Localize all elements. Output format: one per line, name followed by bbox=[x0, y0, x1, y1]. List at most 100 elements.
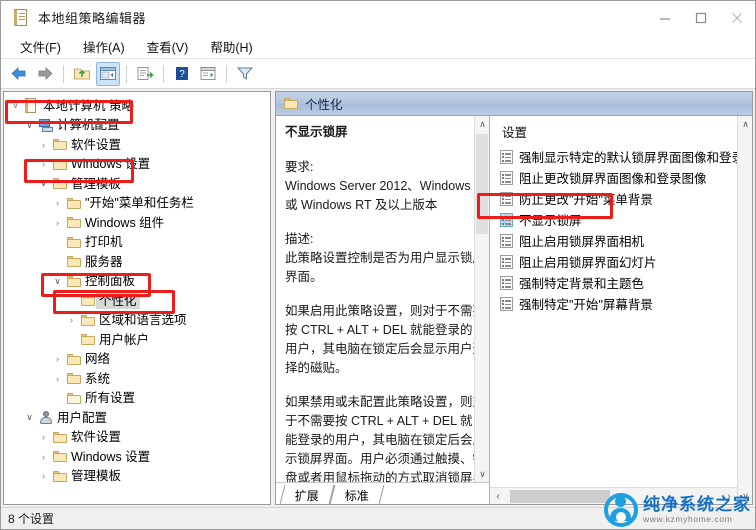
tree-node-16[interactable]: › 软件设置 bbox=[4, 428, 270, 448]
tree-node-10[interactable]: › 区域和语言选项 bbox=[4, 311, 270, 331]
tree-node-label: 用户配置 bbox=[57, 410, 108, 425]
toolbar-separator bbox=[226, 64, 227, 83]
menu-view[interactable]: 查看(V) bbox=[136, 34, 200, 59]
watermark-url: www.kzmyhome.com bbox=[643, 514, 733, 525]
setting-row[interactable]: 阻止启用锁屏界面幻灯片 bbox=[490, 251, 737, 272]
expander-icon[interactable]: › bbox=[50, 374, 65, 384]
tree-node-5[interactable]: › Windows 组件 bbox=[4, 213, 270, 233]
tree-node-label: 计算机配置 bbox=[57, 118, 120, 133]
tab-extended[interactable]: 扩展 bbox=[279, 485, 335, 504]
menu-file[interactable]: 文件(F) bbox=[9, 34, 72, 59]
policy-description: 描述: 此策略设置控制是否为用户显示锁屏界面。 bbox=[285, 230, 485, 287]
tree-node-8[interactable]: ∨ 控制面板 bbox=[4, 272, 270, 292]
folder-icon bbox=[65, 373, 82, 385]
tree-node-label: Windows 设置 bbox=[71, 157, 151, 172]
folder-icon bbox=[65, 217, 82, 229]
expander-icon[interactable]: › bbox=[50, 218, 65, 228]
back-icon[interactable] bbox=[7, 62, 31, 86]
tree-node-17[interactable]: › Windows 设置 bbox=[4, 447, 270, 467]
scroll-down-arrow-icon[interactable]: ∨ bbox=[475, 466, 489, 482]
expander-icon[interactable]: › bbox=[50, 354, 65, 364]
setting-row[interactable]: 阻止更改锁屏界面图像和登录图像 bbox=[490, 167, 737, 188]
setting-label: 防止更改"开始"菜单背景 bbox=[519, 193, 653, 207]
expander-icon[interactable]: › bbox=[50, 198, 65, 208]
setting-row[interactable]: 不显示锁屏 bbox=[490, 209, 737, 230]
tree-node-14[interactable]: 所有设置 bbox=[4, 389, 270, 409]
tree-node-2[interactable]: › Windows 设置 bbox=[4, 155, 270, 175]
tab-standard[interactable]: 标准 bbox=[329, 485, 385, 504]
settings-vertical-scrollbar[interactable]: ∧ ∨ bbox=[737, 116, 752, 504]
expander-icon[interactable]: › bbox=[36, 159, 51, 169]
setting-row[interactable]: 强制特定"开始"屏幕背景 bbox=[490, 293, 737, 314]
details-pane: 个性化 不显示锁屏 要求: Windows Server 2012、Window… bbox=[275, 91, 753, 505]
detail-scroll-thumb[interactable] bbox=[476, 134, 488, 234]
folder-icon bbox=[51, 158, 68, 170]
content-header-title: 个性化 bbox=[305, 98, 343, 112]
tree-node-15[interactable]: ∨ 用户配置 bbox=[4, 408, 270, 428]
description-paragraph-3: 如果禁用或未配置此策略设置，则对于不需要按 CTRL + ALT + DEL 就… bbox=[285, 395, 486, 482]
tree-node-label: "开始"菜单和任务栏 bbox=[85, 196, 194, 211]
menu-help[interactable]: 帮助(H) bbox=[199, 34, 263, 59]
help-icon[interactable]: ? bbox=[170, 62, 194, 86]
policy-requirement: 要求: Windows Server 2012、Windows 8 或 Wind… bbox=[285, 158, 485, 215]
up-folder-icon[interactable] bbox=[70, 62, 94, 86]
expander-icon[interactable]: ∨ bbox=[50, 276, 65, 287]
scroll-up-arrow-icon[interactable]: ∧ bbox=[475, 116, 489, 132]
tree-node-label: 软件设置 bbox=[71, 430, 122, 445]
console-tree-pane[interactable]: ∨ 本地计算机 策略 ∨ 计算机配置 › 软件设置 › Windows 设置 ∨ 管理模板 › "… bbox=[3, 91, 271, 505]
expander-icon[interactable]: › bbox=[36, 432, 51, 442]
scroll-up-arrow-icon[interactable]: ∧ bbox=[738, 116, 753, 132]
show-hide-tree-icon[interactable] bbox=[96, 61, 120, 86]
setting-row[interactable]: 强制特定背景和主题色 bbox=[490, 272, 737, 293]
setting-row[interactable]: 阻止启用锁屏界面相机 bbox=[490, 230, 737, 251]
maximize-button[interactable] bbox=[683, 1, 719, 34]
main-body: ∨ 本地计算机 策略 ∨ 计算机配置 › 软件设置 › Windows 设置 ∨ 管理模板 › "… bbox=[1, 89, 755, 507]
expander-icon[interactable]: ∨ bbox=[36, 178, 51, 189]
expander-icon[interactable]: ∨ bbox=[22, 120, 37, 131]
tree-node-label: 本地计算机 策略 bbox=[43, 98, 134, 113]
tree-node-4[interactable]: › "开始"菜单和任务栏 bbox=[4, 194, 270, 214]
tree-node-12[interactable]: › 网络 bbox=[4, 350, 270, 370]
expander-icon[interactable]: › bbox=[36, 471, 51, 481]
window-title: 本地组策略编辑器 bbox=[38, 11, 147, 26]
expander-icon[interactable]: ∨ bbox=[8, 100, 23, 111]
folder-icon bbox=[51, 178, 68, 190]
policy-icon bbox=[500, 191, 513, 206]
tree-node-7[interactable]: 服务器 bbox=[4, 252, 270, 272]
properties-icon[interactable] bbox=[196, 62, 220, 86]
folder-icon bbox=[51, 451, 68, 463]
expander-icon[interactable]: › bbox=[36, 140, 51, 150]
settings-column-header[interactable]: 设置 bbox=[490, 120, 737, 146]
tree-node-1[interactable]: › 软件设置 bbox=[4, 135, 270, 155]
tab-extended-label: 扩展 bbox=[294, 489, 319, 503]
expander-icon[interactable]: › bbox=[36, 452, 51, 462]
minimize-button[interactable] bbox=[647, 1, 683, 34]
expander-icon[interactable]: › bbox=[64, 315, 79, 325]
setting-row[interactable]: 防止更改"开始"菜单背景 bbox=[490, 188, 737, 209]
tree-node-18[interactable]: › 管理模板 bbox=[4, 467, 270, 487]
hscroll-thumb[interactable] bbox=[510, 489, 610, 503]
settings-list[interactable]: 设置 强制显示特定的默认锁屏界面图像和登录图像阻止更改锁屏界面图像和登录图像防止… bbox=[490, 116, 737, 487]
tree-node-13[interactable]: › 系统 bbox=[4, 369, 270, 389]
setting-row[interactable]: 强制显示特定的默认锁屏界面图像和登录图像 bbox=[490, 146, 737, 167]
folder-icon bbox=[79, 295, 96, 307]
policy-detail-text[interactable]: 不显示锁屏 要求: Windows Server 2012、Windows 8 … bbox=[276, 116, 489, 482]
tree-node-root[interactable]: ∨ 本地计算机 策略 bbox=[4, 96, 270, 116]
tree-node-6[interactable]: 打印机 bbox=[4, 233, 270, 253]
tree-node-3[interactable]: ∨ 管理模板 bbox=[4, 174, 270, 194]
tree-node-0[interactable]: ∨ 计算机配置 bbox=[4, 116, 270, 136]
tree-node-11[interactable]: 用户帐户 bbox=[4, 330, 270, 350]
expander-icon[interactable]: ∨ bbox=[22, 412, 37, 423]
scroll-left-arrow-icon[interactable]: ‹ bbox=[490, 491, 506, 502]
menu-action[interactable]: 操作(A) bbox=[72, 34, 136, 59]
forward-icon[interactable] bbox=[33, 62, 57, 86]
tree-node-9[interactable]: 个性化 bbox=[4, 291, 270, 311]
filter-icon[interactable] bbox=[233, 62, 257, 86]
description-label: 描述: bbox=[285, 232, 314, 246]
detail-vertical-scrollbar[interactable]: ∧ ∨ bbox=[474, 116, 489, 482]
tree-node-label: 控制面板 bbox=[85, 274, 136, 289]
close-button[interactable] bbox=[719, 1, 755, 34]
computer-icon bbox=[37, 118, 54, 132]
export-list-icon[interactable] bbox=[133, 62, 157, 86]
folder-icon bbox=[51, 470, 68, 482]
